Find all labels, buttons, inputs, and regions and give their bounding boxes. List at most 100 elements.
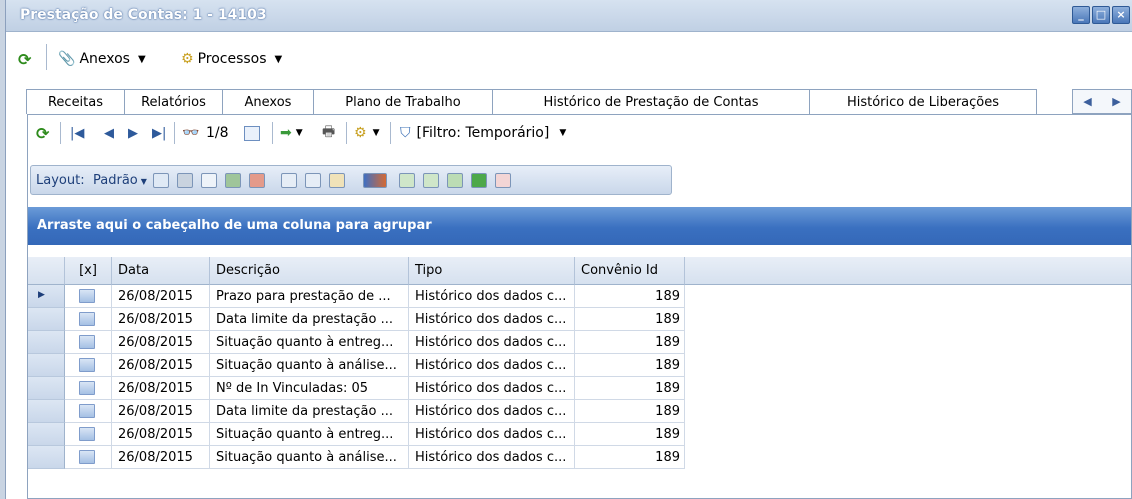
convenio-id-text: 189 xyxy=(655,380,680,396)
row-checkbox[interactable] xyxy=(79,312,95,326)
layout-icon-12[interactable] xyxy=(471,173,487,188)
maximize-button[interactable]: □ xyxy=(1092,6,1110,24)
table-row[interactable]: 26/08/2015 Situação quanto à entreg... His… xyxy=(28,331,1131,354)
layout-icon-4[interactable] xyxy=(225,173,241,188)
checkbox-cell[interactable] xyxy=(65,354,112,377)
tipo-cell: Histórico dos dados c... xyxy=(409,308,575,331)
refresh-button[interactable]: ⟳ xyxy=(36,123,49,143)
group-by-area[interactable]: Arraste aqui o cabeçalho de uma coluna p… xyxy=(28,207,1131,245)
column-header-descricao[interactable]: Descrição xyxy=(210,257,409,285)
table-row[interactable]: 26/08/2015 Situação quanto à análise... Hi… xyxy=(28,354,1131,377)
row-indicator[interactable] xyxy=(28,308,65,331)
row-indicator[interactable]: ▶ xyxy=(28,285,65,308)
tab-label: Anexos xyxy=(244,94,292,110)
tab-receitas[interactable]: Receitas xyxy=(26,89,125,114)
data-cell: 26/08/2015 xyxy=(112,400,210,423)
checkbox-cell[interactable] xyxy=(65,400,112,423)
record-position-text: 1/8 xyxy=(206,125,229,141)
chevron-down-icon: ▼ xyxy=(137,53,146,65)
description-text: Data limite da prestação ... xyxy=(216,311,393,327)
checkbox-cell[interactable] xyxy=(65,331,112,354)
export-button[interactable]: ➡ ▼ xyxy=(280,123,303,143)
column-header-select[interactable]: [x] xyxy=(65,257,112,285)
table-row[interactable]: 26/08/2015 Situação quanto à entreg... His… xyxy=(28,423,1131,446)
scroll-left-icon[interactable]: ◀ xyxy=(1083,95,1091,108)
process-button[interactable]: ⚙ ▼ xyxy=(354,123,379,143)
table-row[interactable]: ▶ 26/08/2015 Prazo para prestação de ... Hi… xyxy=(28,285,1131,308)
column-header-data[interactable]: Data xyxy=(112,257,210,285)
previous-record-button[interactable]: ◀ xyxy=(104,123,114,143)
filter-button[interactable]: ⛉ [Filtro: Temporário] ▼ xyxy=(400,123,566,143)
minimize-button[interactable]: _ xyxy=(1072,6,1090,24)
date-text: 26/08/2015 xyxy=(118,403,193,419)
type-text: Histórico dos dados c... xyxy=(415,380,567,396)
close-button[interactable]: × xyxy=(1112,6,1130,24)
column-header-label: Tipo xyxy=(415,263,443,278)
print-button[interactable]: 🖶 xyxy=(322,123,335,143)
row-checkbox[interactable] xyxy=(79,450,95,464)
tab-relatorios[interactable]: Relatórios xyxy=(124,89,223,114)
type-text: Histórico dos dados c... xyxy=(415,334,567,350)
anexos-menu[interactable]: 📎 Anexos ▼ xyxy=(58,48,146,70)
table-row[interactable]: 26/08/2015 Nº de In Vinculadas: 05 Históri… xyxy=(28,377,1131,400)
tab-historico-liberacoes[interactable]: Histórico de Liberações xyxy=(809,89,1037,114)
layout-icon-9[interactable] xyxy=(399,173,415,188)
row-indicator[interactable] xyxy=(28,354,65,377)
layout-icon-6[interactable] xyxy=(281,173,297,188)
row-indicator[interactable] xyxy=(28,446,65,469)
find-button[interactable]: 👓 xyxy=(182,123,199,143)
layout-icon-2[interactable] xyxy=(177,173,193,188)
checkbox-cell[interactable] xyxy=(65,285,112,308)
descricao-cell: Nº de In Vinculadas: 05 xyxy=(210,377,409,400)
row-checkbox[interactable] xyxy=(79,335,95,349)
column-header-convenio-id[interactable]: Convênio Id xyxy=(575,257,685,285)
chart-icon[interactable] xyxy=(363,173,387,188)
data-cell: 26/08/2015 xyxy=(112,377,210,400)
layout-icon-1[interactable] xyxy=(153,173,169,188)
table-row[interactable]: 26/08/2015 Data limite da prestação ... Hi… xyxy=(28,400,1131,423)
pdf-icon[interactable] xyxy=(495,173,511,188)
scroll-right-icon[interactable]: ▶ xyxy=(1112,95,1120,108)
layout-icon-5[interactable] xyxy=(249,173,265,188)
menu-bar: ⟳ 📎 Anexos ▼ ⚙ Processos ▼ xyxy=(6,32,1132,84)
convenio-id-text: 189 xyxy=(655,403,680,419)
row-checkbox[interactable] xyxy=(79,358,95,372)
row-indicator[interactable] xyxy=(28,400,65,423)
first-record-button[interactable]: |◀ xyxy=(70,123,84,143)
checkbox-cell[interactable] xyxy=(65,446,112,469)
processos-menu[interactable]: ⚙ Processos ▼ xyxy=(181,48,282,70)
checkbox-cell[interactable] xyxy=(65,377,112,400)
table-row[interactable]: 26/08/2015 Situação quanto à análise... Hi… xyxy=(28,446,1131,469)
layout-icon-11[interactable] xyxy=(447,173,463,188)
tab-content-panel: ⟳ |◀ ◀ ▶ ▶| 👓 1/8 ➡ ▼ 🖶 ⚙ ▼ ⛉ [Filtro: T… xyxy=(27,114,1132,499)
descricao-cell: Prazo para prestação de ... xyxy=(210,285,409,308)
tab-plano-de-trabalho[interactable]: Plano de Trabalho xyxy=(313,89,493,114)
column-header-tipo[interactable]: Tipo xyxy=(409,257,575,285)
checkbox-cell[interactable] xyxy=(65,423,112,446)
calendar-button[interactable] xyxy=(244,123,260,143)
layout-icon-3[interactable] xyxy=(201,173,217,188)
row-checkbox[interactable] xyxy=(79,404,95,418)
row-checkbox[interactable] xyxy=(79,289,95,303)
table-row[interactable]: 26/08/2015 Data limite da prestação ... Hi… xyxy=(28,308,1131,331)
checkbox-cell[interactable] xyxy=(65,308,112,331)
refresh-button[interactable]: ⟳ xyxy=(18,48,31,70)
layout-icon-10[interactable] xyxy=(423,173,439,188)
column-header-label: Data xyxy=(118,263,150,278)
row-indicator[interactable] xyxy=(28,377,65,400)
row-indicator[interactable] xyxy=(28,331,65,354)
row-checkbox[interactable] xyxy=(79,381,95,395)
group-by-hint: Arraste aqui o cabeçalho de uma coluna p… xyxy=(37,218,432,233)
row-indicator[interactable] xyxy=(28,423,65,446)
row-checkbox[interactable] xyxy=(79,427,95,441)
last-record-button[interactable]: ▶| xyxy=(152,123,166,143)
tab-historico-prestacao[interactable]: Histórico de Prestação de Contas xyxy=(492,89,810,114)
next-record-button[interactable]: ▶ xyxy=(128,123,138,143)
layout-dropdown[interactable]: Padrão ▼ xyxy=(93,173,147,188)
layout-icon-7[interactable] xyxy=(305,173,321,188)
tipo-cell: Histórico dos dados c... xyxy=(409,400,575,423)
gears-icon: ⚙ xyxy=(181,51,194,67)
tab-anexos[interactable]: Anexos xyxy=(222,89,314,114)
layout-icon-8[interactable] xyxy=(329,173,345,188)
date-text: 26/08/2015 xyxy=(118,357,193,373)
